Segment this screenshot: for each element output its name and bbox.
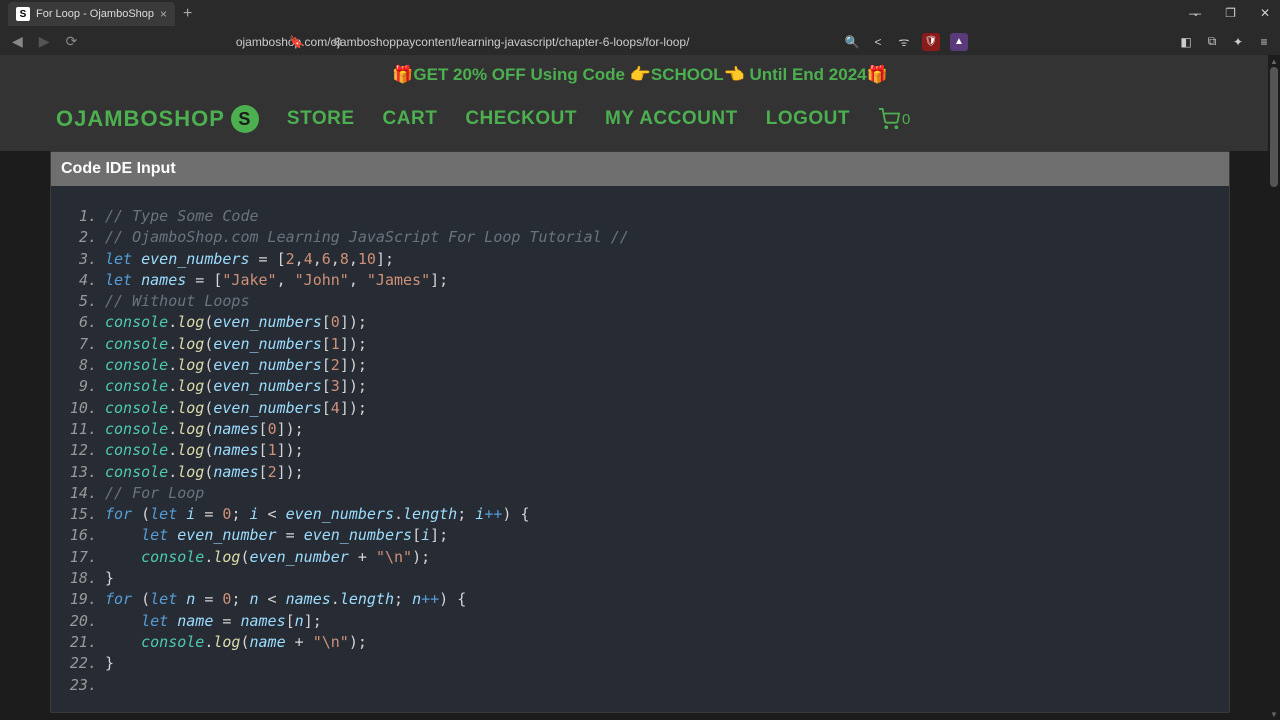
- code-line: console.log(even_numbers[0]);: [61, 312, 1219, 333]
- browser-chrome: S For Loop - OjamboShop × + ⌄ — ❐ ✕ ◀ ▶ …: [0, 0, 1280, 55]
- nav-cart[interactable]: CART: [383, 108, 438, 130]
- sidebar-icon[interactable]: ◧: [1178, 34, 1194, 50]
- code-line: }: [61, 568, 1219, 589]
- brand-logo[interactable]: OJAMBOSHOP S: [56, 105, 259, 133]
- new-tab-button[interactable]: +: [183, 5, 192, 23]
- ublock-extension-icon[interactable]: 🛡: [922, 33, 940, 51]
- window-controls: — ❐ ✕: [1183, 4, 1276, 22]
- brand-text: OJAMBOSHOP: [56, 106, 225, 132]
- code-editor[interactable]: // Type Some Code // OjamboShop.com Lear…: [51, 186, 1229, 712]
- code-line: let even_number = even_numbers[i];: [61, 525, 1219, 546]
- code-line: console.log(even_numbers[4]);: [61, 398, 1219, 419]
- cart-count: 0: [902, 111, 910, 128]
- code-line: let names = ["Jake", "John", "James"];: [61, 270, 1219, 291]
- code-line: // OjamboShop.com Learning JavaScript Fo…: [61, 227, 1219, 248]
- code-line: console.log(even_numbers[2]);: [61, 355, 1219, 376]
- sparkle-icon[interactable]: ✦: [1230, 34, 1246, 50]
- favicon-icon: S: [16, 7, 30, 21]
- logo-icon: S: [231, 105, 259, 133]
- code-line: [61, 675, 1219, 696]
- zoom-icon[interactable]: 🔍: [844, 34, 860, 50]
- site-settings-icon[interactable]: ⚙: [332, 35, 343, 49]
- code-line: console.log(even_numbers[3]);: [61, 376, 1219, 397]
- code-line: console.log(even_numbers[1]);: [61, 334, 1219, 355]
- close-window-icon[interactable]: ✕: [1254, 4, 1276, 22]
- scroll-up-icon[interactable]: ▲: [1270, 57, 1278, 65]
- nav-checkout[interactable]: CHECKOUT: [465, 108, 577, 130]
- browser-tab[interactable]: S For Loop - OjamboShop ×: [8, 2, 175, 26]
- banner-text: 🎁GET 20% OFF Using Code 👉SCHOOL👈 Until E…: [392, 65, 888, 84]
- scrollbar-thumb[interactable]: [1270, 67, 1278, 187]
- code-line: for (let i = 0; i < even_numbers.length;…: [61, 504, 1219, 525]
- extension-icon[interactable]: ▲: [950, 33, 968, 51]
- code-ide-panel: Code IDE Input // Type Some Code // Ojam…: [50, 151, 1230, 713]
- code-line: console.log(names[1]);: [61, 440, 1219, 461]
- main-area: Code IDE Input // Type Some Code // Ojam…: [0, 151, 1280, 713]
- tab-bar: S For Loop - OjamboShop × +: [0, 0, 1280, 28]
- code-line: for (let n = 0; n < names.length; n++) {: [61, 589, 1219, 610]
- toolbar-right: 🔍 < ᯤ 🛡 ▲ ◧ ⧉ ✦ ≡: [844, 33, 1272, 51]
- scroll-down-icon[interactable]: ▼: [1270, 710, 1278, 718]
- code-line: // For Loop: [61, 483, 1219, 504]
- menu-icon[interactable]: ≡: [1256, 34, 1272, 50]
- code-line: // Type Some Code: [61, 206, 1219, 227]
- share-icon[interactable]: <: [870, 34, 886, 50]
- nav-account[interactable]: MY ACCOUNT: [605, 108, 738, 130]
- browser-toolbar: ◀ ▶ ⟳ 🔖 ⚙ ojamboshop.com/ojamboshoppayco…: [0, 28, 1280, 55]
- address-bar[interactable]: 🔖 ⚙ ojamboshop.com/ojamboshoppaycontent/…: [89, 35, 836, 49]
- code-line: console.log(even_number + "\n");: [61, 547, 1219, 568]
- page-content: ▲ ▼ 🎁GET 20% OFF Using Code 👉SCHOOL👈 Unt…: [0, 55, 1280, 720]
- back-button[interactable]: ◀: [8, 31, 27, 52]
- nav-store[interactable]: STORE: [287, 108, 355, 130]
- reload-button[interactable]: ⟳: [62, 31, 82, 52]
- bookmark-icon[interactable]: 🔖: [289, 35, 304, 49]
- code-line: let name = names[n];: [61, 611, 1219, 632]
- code-line: // Without Loops: [61, 291, 1219, 312]
- cart-widget[interactable]: 0: [878, 108, 910, 130]
- pip-icon[interactable]: ⧉: [1204, 34, 1220, 50]
- rss-icon[interactable]: ᯤ: [896, 34, 912, 50]
- code-line: console.log(names[0]);: [61, 419, 1219, 440]
- maximize-icon[interactable]: ❐: [1219, 4, 1242, 22]
- scrollbar[interactable]: ▲ ▼: [1268, 55, 1280, 720]
- code-line: console.log(name + "\n");: [61, 632, 1219, 653]
- nav-logout[interactable]: LOGOUT: [766, 108, 850, 130]
- promo-banner: 🎁GET 20% OFF Using Code 👉SCHOOL👈 Until E…: [0, 55, 1280, 95]
- code-line: }: [61, 653, 1219, 674]
- code-line: console.log(names[2]);: [61, 462, 1219, 483]
- forward-button[interactable]: ▶: [35, 31, 54, 52]
- minimize-icon[interactable]: —: [1183, 4, 1207, 22]
- tab-title: For Loop - OjamboShop: [36, 8, 154, 20]
- ide-header: Code IDE Input: [51, 152, 1229, 186]
- site-nav: OJAMBOSHOP S STORE CART CHECKOUT MY ACCO…: [0, 95, 1280, 151]
- code-lines: // Type Some Code // OjamboShop.com Lear…: [61, 206, 1219, 696]
- code-line: let even_numbers = [2,4,6,8,10];: [61, 249, 1219, 270]
- cart-icon: [878, 108, 900, 130]
- close-tab-icon[interactable]: ×: [160, 7, 167, 21]
